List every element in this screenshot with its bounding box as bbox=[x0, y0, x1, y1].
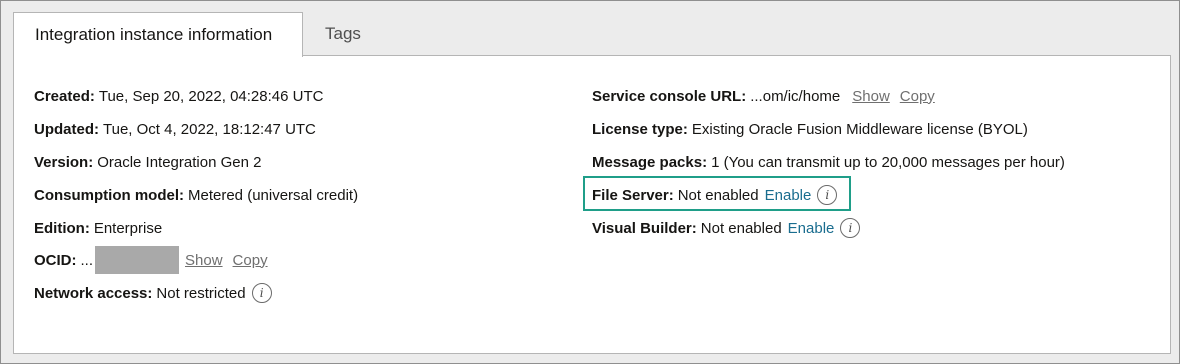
service-console-url-value: ...om/ic/home bbox=[750, 87, 841, 105]
visual-builder-enable-link[interactable]: Enable bbox=[788, 220, 835, 237]
updated-row: Updated: Tue, Oct 4, 2022, 18:12:47 UTC bbox=[34, 117, 316, 141]
version-value: Oracle Integration Gen 2 bbox=[97, 153, 262, 171]
version-label: Version: bbox=[34, 153, 94, 171]
visual-builder-value: Not enabled bbox=[700, 219, 782, 237]
updated-value: Tue, Oct 4, 2022, 18:12:47 UTC bbox=[103, 120, 316, 138]
console-copy-link[interactable]: Copy bbox=[900, 88, 935, 105]
network-access-value: Not restricted bbox=[156, 284, 246, 302]
redacted-ocid bbox=[95, 246, 180, 274]
consumption-model-row: Consumption model: Metered (universal cr… bbox=[34, 183, 358, 207]
file-server-value: Not enabled bbox=[677, 186, 759, 204]
ocid-label: OCID: bbox=[34, 251, 77, 269]
license-type-row: License type: Existing Oracle Fusion Mid… bbox=[592, 117, 1028, 141]
ocid-show-link[interactable]: Show bbox=[185, 252, 223, 269]
created-value: Tue, Sep 20, 2022, 04:28:46 UTC bbox=[98, 87, 324, 105]
edition-label: Edition: bbox=[34, 219, 90, 237]
ocid-row: OCID: ... Show Copy bbox=[34, 246, 268, 274]
console-show-link[interactable]: Show bbox=[852, 88, 890, 105]
file-server-label: File Server: bbox=[592, 186, 674, 204]
details-panel: Created: Tue, Sep 20, 2022, 04:28:46 UTC… bbox=[13, 55, 1171, 354]
tab-tags[interactable]: Tags bbox=[303, 12, 393, 56]
instance-details-frame: Integration instance information Tags Cr… bbox=[0, 0, 1180, 364]
tab-label: Integration instance information bbox=[35, 25, 273, 44]
message-packs-value: 1 (You can transmit up to 20,000 message… bbox=[711, 153, 1065, 171]
info-icon[interactable]: i bbox=[251, 283, 272, 303]
edition-row: Edition: Enterprise bbox=[34, 216, 162, 240]
license-type-value: Existing Oracle Fusion Middleware licens… bbox=[691, 120, 1028, 138]
ocid-value: ... bbox=[80, 251, 94, 269]
license-type-label: License type: bbox=[592, 120, 688, 138]
file-server-row: File Server: Not enabled Enable i bbox=[592, 183, 838, 207]
version-row: Version: Oracle Integration Gen 2 bbox=[34, 150, 261, 174]
consumption-model-value: Metered (universal credit) bbox=[188, 186, 359, 204]
message-packs-label: Message packs: bbox=[592, 153, 708, 171]
network-access-row: Network access: Not restricted i bbox=[34, 281, 272, 305]
consumption-model-label: Consumption model: bbox=[34, 186, 184, 204]
info-icon[interactable]: i bbox=[817, 185, 838, 205]
created-row: Created: Tue, Sep 20, 2022, 04:28:46 UTC bbox=[34, 84, 323, 108]
service-console-url-label: Service console URL: bbox=[592, 87, 747, 105]
visual-builder-label: Visual Builder: bbox=[592, 219, 697, 237]
edition-value: Enterprise bbox=[93, 219, 163, 237]
tab-integration-instance-information[interactable]: Integration instance information bbox=[13, 12, 303, 57]
created-label: Created: bbox=[34, 87, 95, 105]
updated-label: Updated: bbox=[34, 120, 99, 138]
tab-label: Tags bbox=[325, 24, 361, 43]
service-console-url-row: Service console URL: ...om/ic/home Show … bbox=[592, 84, 935, 108]
ocid-copy-link[interactable]: Copy bbox=[233, 252, 268, 269]
network-access-label: Network access: bbox=[34, 284, 153, 302]
message-packs-row: Message packs: 1 (You can transmit up to… bbox=[592, 150, 1065, 174]
file-server-enable-link[interactable]: Enable bbox=[765, 187, 812, 204]
visual-builder-row: Visual Builder: Not enabled Enable i bbox=[592, 216, 861, 240]
tab-bar: Integration instance information Tags bbox=[13, 12, 393, 57]
info-icon[interactable]: i bbox=[840, 218, 861, 238]
